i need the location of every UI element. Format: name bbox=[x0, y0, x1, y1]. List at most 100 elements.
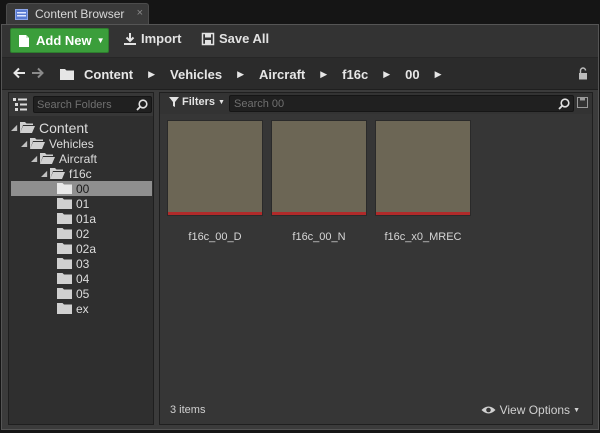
back-arrow-icon[interactable] bbox=[12, 66, 26, 80]
import-icon bbox=[123, 32, 137, 46]
eye-icon bbox=[481, 405, 496, 415]
tree-node-01[interactable]: 01 bbox=[57, 196, 89, 211]
expand-arrow-icon[interactable]: ◢ bbox=[21, 139, 30, 148]
tree-node-label: 02a bbox=[76, 241, 97, 256]
search-icon bbox=[136, 99, 148, 111]
add-new-label: Add New bbox=[36, 33, 92, 48]
asset-thumbnail bbox=[167, 120, 263, 216]
folder-icon bbox=[57, 258, 72, 269]
content-browser-window: Add New ▼ Import Save All Content ▶ Vehi… bbox=[1, 24, 599, 430]
tree-node-label: 05 bbox=[76, 286, 90, 301]
tree-node-label: f16c bbox=[69, 166, 92, 181]
breadcrumb-item[interactable]: Aircraft bbox=[259, 67, 305, 82]
lock-icon[interactable] bbox=[578, 67, 588, 80]
folder-icon bbox=[57, 213, 72, 224]
folder-open-icon bbox=[50, 168, 65, 179]
tree-node-01a[interactable]: 01a bbox=[57, 211, 96, 226]
save-icon bbox=[201, 32, 215, 46]
tree-node-00[interactable]: 00 bbox=[11, 181, 152, 196]
save-all-button[interactable]: Save All bbox=[201, 31, 269, 46]
new-file-icon bbox=[18, 34, 30, 48]
tab-close-icon[interactable]: × bbox=[137, 7, 143, 19]
path-bar: Content ▶ Vehicles ▶ Aircraft ▶ f16c ▶ 0… bbox=[2, 58, 598, 90]
tab-bar: Content Browser × bbox=[0, 0, 600, 24]
asset-view-header: Filters ▼ bbox=[160, 93, 592, 114]
asset-tile[interactable]: f16c_x0_MREC bbox=[375, 120, 471, 243]
chevron-down-icon: ▼ bbox=[96, 36, 105, 45]
tab-title: Content Browser bbox=[35, 7, 125, 21]
asset-name: f16c_00_N bbox=[292, 231, 346, 243]
breadcrumb-separator-icon[interactable]: ▶ bbox=[148, 69, 155, 80]
sources-header bbox=[9, 93, 153, 116]
tree-node-label: 00 bbox=[76, 181, 90, 196]
expand-arrow-icon[interactable]: ◢ bbox=[41, 169, 50, 178]
asset-tile[interactable]: f16c_00_N bbox=[271, 120, 367, 243]
breadcrumb-separator-icon[interactable]: ▶ bbox=[435, 69, 442, 80]
asset-search-input[interactable] bbox=[229, 95, 574, 112]
save-all-label: Save All bbox=[219, 31, 270, 46]
breadcrumb-item[interactable]: f16c bbox=[342, 67, 368, 82]
asset-thumbnail bbox=[271, 120, 367, 216]
asset-search-field[interactable] bbox=[234, 97, 544, 110]
import-button[interactable]: Import bbox=[123, 31, 181, 46]
asset-thumbnail bbox=[375, 120, 471, 216]
tree-node-03[interactable]: 03 bbox=[57, 256, 89, 271]
tree-node-label: ex bbox=[76, 301, 89, 316]
filters-label: Filters bbox=[182, 96, 216, 108]
tree-node-aircraft[interactable]: ◢ Aircraft bbox=[31, 151, 97, 166]
folder-icon bbox=[57, 183, 72, 194]
sources-toggle-icon[interactable] bbox=[13, 98, 27, 111]
tree-node-vehicles[interactable]: ◢ Vehicles bbox=[21, 136, 94, 151]
folder-icon bbox=[57, 228, 72, 239]
tree-node-label: 01 bbox=[76, 196, 90, 211]
add-new-button[interactable]: Add New ▼ bbox=[10, 28, 109, 53]
filters-button[interactable]: Filters ▼ bbox=[169, 96, 225, 108]
tree-node-ex[interactable]: ex bbox=[57, 301, 89, 316]
folder-open-icon bbox=[40, 153, 55, 164]
tree-node-label: 04 bbox=[76, 271, 90, 286]
breadcrumb: Content ▶ Vehicles ▶ Aircraft ▶ f16c ▶ 0… bbox=[60, 58, 457, 90]
tree-node-content[interactable]: ◢ Content bbox=[11, 119, 88, 136]
view-options-label: View Options bbox=[499, 403, 571, 417]
toolbar: Add New ▼ Import Save All bbox=[2, 25, 598, 58]
breadcrumb-separator-icon[interactable]: ▶ bbox=[320, 69, 327, 80]
breadcrumb-item[interactable]: Vehicles bbox=[170, 67, 222, 82]
save-search-icon[interactable] bbox=[577, 97, 588, 108]
tree-node-f16c[interactable]: ◢ f16c bbox=[41, 166, 92, 181]
chevron-down-icon: ▼ bbox=[573, 406, 580, 414]
folder-icon bbox=[57, 243, 72, 254]
tab-content-browser[interactable]: Content Browser × bbox=[6, 3, 149, 24]
tree-node-04[interactable]: 04 bbox=[57, 271, 89, 286]
expand-arrow-icon[interactable]: ◢ bbox=[31, 154, 40, 163]
breadcrumb-item[interactable]: 00 bbox=[405, 67, 419, 82]
folder-icon bbox=[57, 198, 72, 209]
tree-node-02[interactable]: 02 bbox=[57, 226, 89, 241]
filter-icon bbox=[169, 97, 179, 107]
tree-node-label: 03 bbox=[76, 256, 90, 271]
sources-panel: ◢ Content ◢ Vehicles ◢ Aircraft ◢ f16c bbox=[8, 92, 154, 425]
expand-arrow-icon[interactable]: ◢ bbox=[11, 123, 20, 132]
content-browser-icon bbox=[15, 8, 28, 20]
import-label: Import bbox=[141, 31, 182, 46]
folder-search-input[interactable] bbox=[33, 96, 152, 113]
folder-open-icon bbox=[30, 138, 45, 149]
folder-open-icon bbox=[20, 122, 35, 133]
tree-node-label: 01a bbox=[76, 211, 97, 226]
asset-view-panel: Filters ▼ f16c_00_D f16c_00_N f16c_x0_MR bbox=[159, 92, 593, 425]
folder-search-field[interactable] bbox=[37, 98, 133, 111]
breadcrumb-item[interactable]: Content bbox=[84, 67, 133, 82]
asset-tile[interactable]: f16c_00_D bbox=[167, 120, 263, 243]
folder-icon bbox=[57, 273, 72, 284]
folder-icon bbox=[57, 288, 72, 299]
tree-node-02a[interactable]: 02a bbox=[57, 241, 96, 256]
breadcrumb-separator-icon[interactable]: ▶ bbox=[383, 69, 390, 80]
breadcrumb-separator-icon[interactable]: ▶ bbox=[237, 69, 244, 80]
view-options-button[interactable]: View Options ▼ bbox=[481, 403, 580, 417]
tree-node-05[interactable]: 05 bbox=[57, 286, 89, 301]
item-count: 3 items bbox=[170, 404, 206, 416]
asset-name: f16c_x0_MREC bbox=[384, 231, 462, 243]
folder-icon bbox=[57, 303, 72, 314]
tree-node-label: Vehicles bbox=[49, 136, 94, 151]
forward-arrow-icon[interactable] bbox=[31, 66, 45, 80]
chevron-down-icon: ▼ bbox=[218, 98, 225, 106]
